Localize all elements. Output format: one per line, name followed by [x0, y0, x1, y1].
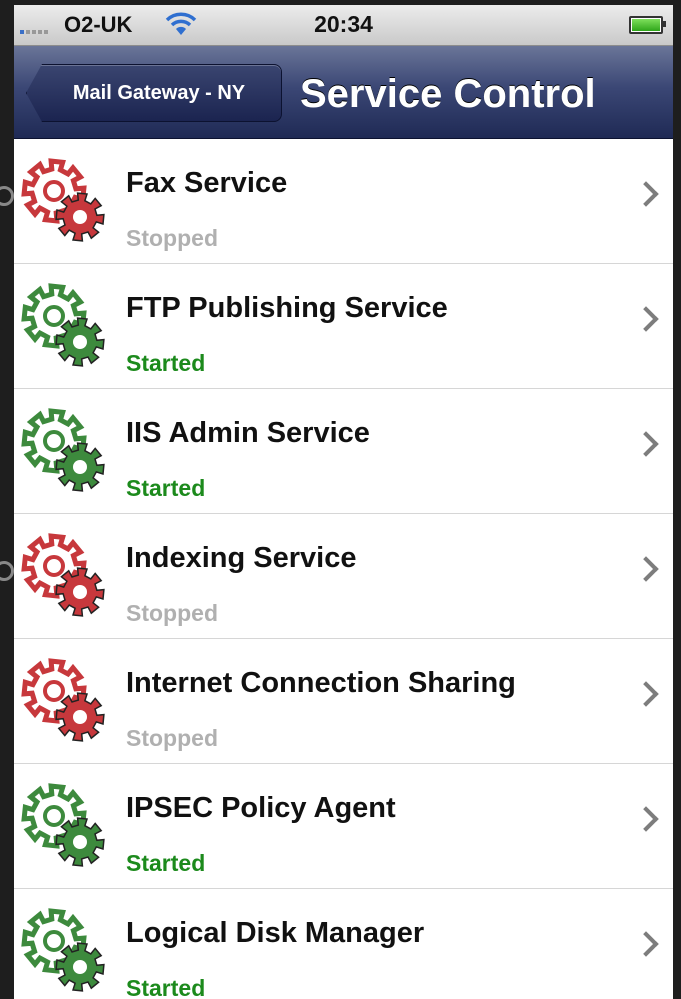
- service-row[interactable]: Fax Service Stopped: [14, 139, 673, 264]
- chevron-right-icon: [633, 931, 659, 957]
- service-status: Stopped: [126, 725, 218, 751]
- chevron-right-icon: [633, 181, 659, 207]
- status-bar: O2-UK 20:34: [14, 5, 673, 46]
- service-status: Started: [126, 350, 206, 376]
- gear-icon: [21, 533, 105, 617]
- chevron-right-icon: [633, 306, 659, 332]
- service-name: FTP Publishing Service: [126, 292, 448, 324]
- service-row[interactable]: Indexing Service Stopped: [14, 514, 673, 639]
- service-status: Stopped: [126, 600, 218, 626]
- back-button[interactable]: Mail Gateway - NY: [26, 64, 282, 122]
- service-status: Started: [126, 850, 206, 876]
- chevron-right-icon: [633, 431, 659, 457]
- chevron-right-icon: [633, 556, 659, 582]
- service-name: Indexing Service: [126, 542, 357, 574]
- service-name: Internet Connection Sharing: [126, 667, 516, 699]
- page-title: Service Control: [300, 72, 596, 116]
- service-name: IPSEC Policy Agent: [126, 792, 396, 824]
- service-row[interactable]: Internet Connection Sharing Stopped: [14, 639, 673, 764]
- service-status: Started: [126, 975, 206, 999]
- service-row[interactable]: IPSEC Policy Agent Started: [14, 764, 673, 889]
- chevron-right-icon: [633, 806, 659, 832]
- back-button-label: Mail Gateway - NY: [72, 81, 246, 104]
- gear-icon: [21, 658, 105, 742]
- navigation-bar: Mail Gateway - NY Service Control: [14, 46, 673, 139]
- gear-icon: [21, 908, 105, 992]
- service-row[interactable]: Logical Disk Manager Started: [14, 889, 673, 999]
- service-status: Started: [126, 475, 206, 501]
- service-row[interactable]: IIS Admin Service Started: [14, 389, 673, 514]
- gear-icon: [21, 408, 105, 492]
- battery-icon: [629, 16, 666, 34]
- service-name: IIS Admin Service: [126, 417, 370, 449]
- service-status: Stopped: [126, 225, 218, 251]
- phone-screen: O2-UK 20:34 Mail Gateway - NY Service Co…: [14, 5, 673, 999]
- chevron-right-icon: [633, 681, 659, 707]
- service-list: Fax Service Stopped FTP Publishing Servi…: [14, 139, 673, 999]
- gear-icon: [21, 283, 105, 367]
- gear-icon: [21, 783, 105, 867]
- service-row[interactable]: FTP Publishing Service Started: [14, 264, 673, 389]
- edge-marker: [0, 561, 14, 581]
- gear-icon: [21, 158, 105, 242]
- edge-marker: [0, 186, 14, 206]
- clock: 20:34: [314, 11, 373, 37]
- service-name: Logical Disk Manager: [126, 917, 425, 949]
- service-name: Fax Service: [126, 167, 288, 199]
